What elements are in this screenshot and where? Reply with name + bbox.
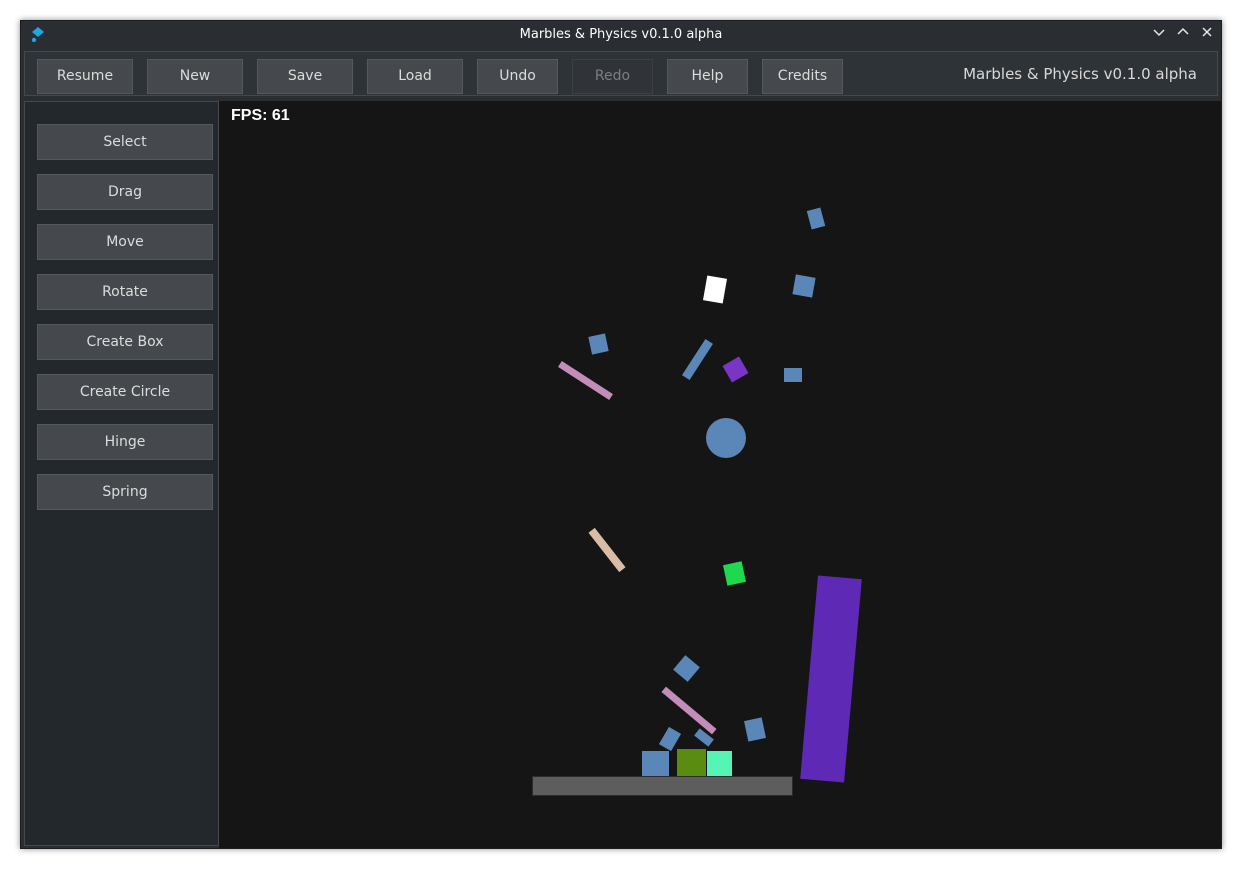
spring-tool-button[interactable]: Spring	[37, 474, 213, 510]
close-icon[interactable]	[1198, 25, 1216, 43]
physics-tall-block-purple[interactable]	[800, 575, 862, 783]
rotate-tool-button[interactable]: Rotate	[37, 274, 213, 310]
physics-box-green[interactable]	[723, 561, 746, 586]
toolbar-app-title: Marbles & Physics v0.1.0 alpha	[963, 65, 1197, 83]
help-button[interactable]: Help	[667, 59, 748, 94]
physics-box[interactable]	[784, 368, 802, 382]
select-tool-button[interactable]: Select	[37, 124, 213, 160]
physics-box[interactable]	[744, 717, 766, 742]
physics-box-mint[interactable]	[707, 751, 732, 776]
create-box-tool-button[interactable]: Create Box	[37, 324, 213, 360]
physics-box-white[interactable]	[702, 275, 728, 304]
physics-box[interactable]	[806, 207, 826, 230]
physics-box[interactable]	[642, 751, 669, 776]
hinge-tool-button[interactable]: Hinge	[37, 424, 213, 460]
title-bar[interactable]: Marbles & Physics v0.1.0 alpha	[21, 21, 1221, 48]
physics-box-purple[interactable]	[722, 356, 749, 383]
create-circle-tool-button[interactable]: Create Circle	[37, 374, 213, 410]
move-tool-button[interactable]: Move	[37, 224, 213, 260]
minimize-icon[interactable]	[1150, 25, 1168, 43]
credits-button[interactable]: Credits	[762, 59, 843, 94]
physics-plank-pink[interactable]	[558, 360, 613, 401]
window-title: Marbles & Physics v0.1.0 alpha	[519, 27, 723, 42]
drag-tool-button[interactable]: Drag	[37, 174, 213, 210]
app-window: Marbles & Physics v0.1.0 alpha Resume Ne…	[20, 20, 1222, 849]
resume-button[interactable]: Resume	[37, 59, 133, 94]
physics-box[interactable]	[588, 333, 609, 355]
physics-box[interactable]	[792, 274, 816, 298]
physics-plank[interactable]	[682, 339, 713, 380]
ground-platform[interactable]	[532, 776, 793, 796]
physics-plank-tan[interactable]	[588, 527, 626, 573]
redo-button[interactable]: Redo	[572, 59, 653, 94]
physics-box[interactable]	[658, 726, 682, 752]
physics-canvas[interactable]: FPS: 61	[219, 101, 1221, 848]
load-button[interactable]: Load	[367, 59, 463, 94]
undo-button[interactable]: Undo	[477, 59, 558, 94]
maximize-icon[interactable]	[1174, 25, 1192, 43]
tools-sidebar: Select Drag Move Rotate Create Box Creat…	[24, 101, 219, 846]
fps-counter: FPS: 61	[231, 107, 290, 124]
save-button[interactable]: Save	[257, 59, 353, 94]
physics-circle[interactable]	[706, 418, 746, 458]
new-button[interactable]: New	[147, 59, 243, 94]
physics-box-olive[interactable]	[677, 749, 706, 776]
toolbar: Resume New Save Load Undo Redo Help Cred…	[24, 51, 1218, 96]
physics-box[interactable]	[673, 655, 700, 682]
